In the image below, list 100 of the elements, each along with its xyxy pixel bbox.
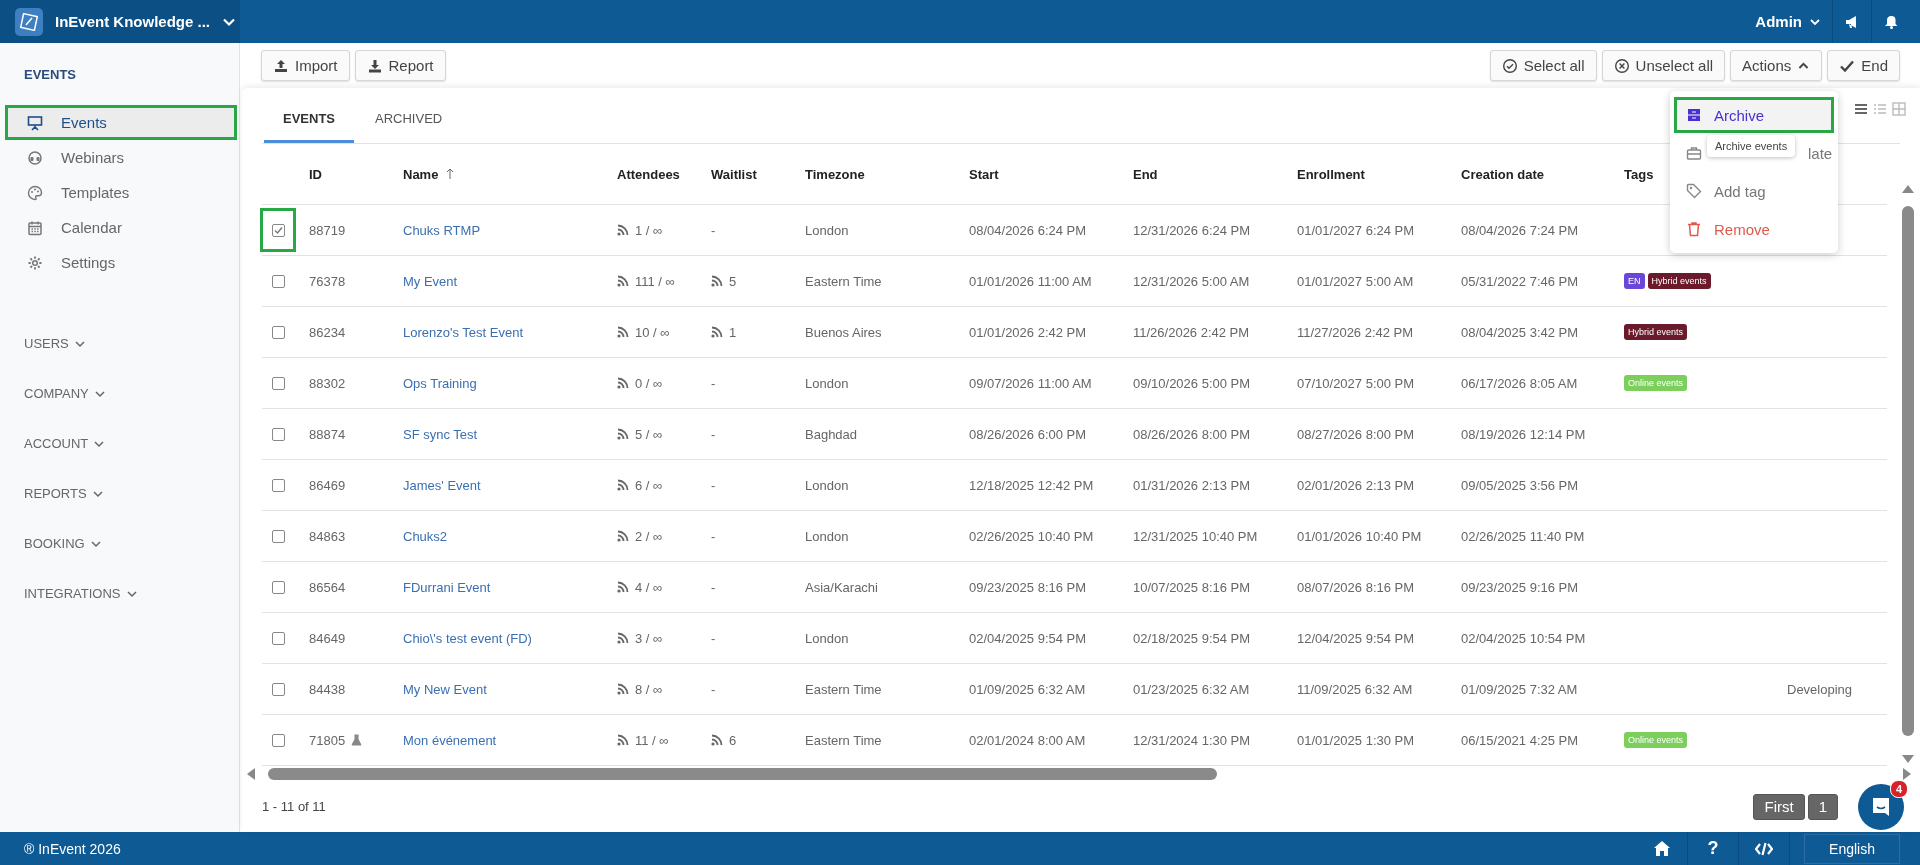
table-cell: 6 / ∞ <box>635 477 663 493</box>
page-button[interactable]: 1 <box>1807 793 1838 820</box>
toolbar-button[interactable]: Unselect all <box>1601 50 1726 81</box>
event-link[interactable]: SF sync Test <box>403 426 478 442</box>
chat-icon <box>1870 796 1892 818</box>
page-button[interactable]: First <box>1753 793 1805 820</box>
table-cell: 09/10/2026 5:00 PM <box>1133 375 1251 391</box>
column-header[interactable]: Enrollment <box>1297 166 1365 182</box>
table-cell: 01/09/2025 6:32 AM <box>969 681 1086 697</box>
column-header[interactable]: ID <box>309 166 322 182</box>
pagination-summary: 1 - 11 of 11 <box>262 799 326 814</box>
chevron-icon <box>90 538 101 549</box>
feed-icon <box>711 275 723 287</box>
toolbar-button[interactable]: Import <box>261 50 350 81</box>
sidebar-item[interactable]: Settings <box>5 245 237 280</box>
sidebar-section[interactable]: BOOKING <box>24 536 239 551</box>
app-logo[interactable] <box>15 7 43 36</box>
section-heading: EVENTS <box>23 67 77 84</box>
sidebar-section[interactable]: INTEGRATIONS <box>24 586 239 601</box>
table-cell: - <box>711 426 716 442</box>
table-cell: - <box>711 681 716 697</box>
feed-icon <box>711 326 723 338</box>
event-link[interactable]: FDurrani Event <box>403 579 491 595</box>
sidebar-item[interactable]: Templates <box>5 175 237 210</box>
table-cell: 01/01/2027 5:00 AM <box>1297 273 1414 289</box>
sidebar-section[interactable]: COMPANY <box>24 386 239 401</box>
chevron-icon <box>94 388 105 399</box>
chevron-icon <box>92 488 103 499</box>
sidebar-item[interactable]: Events <box>5 105 237 140</box>
column-header[interactable]: Start <box>969 166 999 182</box>
table-cell: 01/09/2025 7:32 AM <box>1461 681 1578 697</box>
menu-item[interactable]: Remove <box>1674 211 1834 247</box>
toolbar-button[interactable]: Actions <box>1730 50 1823 81</box>
scroll-down-icon[interactable] <box>1902 754 1914 764</box>
event-link[interactable]: Chuks2 <box>403 528 448 544</box>
event-link[interactable]: Chuks RTMP <box>403 222 481 238</box>
tag: Online events <box>1624 375 1688 391</box>
table-cell: 02/01/2026 2:13 PM <box>1297 477 1415 493</box>
column-header[interactable]: End <box>1133 166 1158 182</box>
toolbar-button[interactable]: Report <box>354 50 446 81</box>
menu-item[interactable]: Archive <box>1674 97 1834 133</box>
column-header[interactable]: Name <box>403 166 439 182</box>
event-link[interactable]: My New Event <box>403 681 487 697</box>
feed-icon <box>711 734 723 746</box>
scroll-right-icon[interactable] <box>1902 768 1912 780</box>
table-cell: 12/31/2024 1:30 PM <box>1133 732 1251 748</box>
sort-arrow-icon[interactable] <box>446 168 455 180</box>
sidebar-section[interactable]: USERS <box>24 336 239 351</box>
list-view-icon[interactable] <box>1854 102 1868 116</box>
tooltip: Archive events <box>1707 135 1796 157</box>
table-cell: 02/04/2025 10:54 PM <box>1461 630 1586 646</box>
event-link[interactable]: Ops Training <box>403 375 477 391</box>
user-menu[interactable]: Admin <box>1743 13 1832 30</box>
language-button[interactable]: English <box>1804 833 1900 864</box>
vertical-scrollbar[interactable] <box>1901 184 1915 764</box>
event-link[interactable]: Lorenzo's Test Event <box>403 324 524 340</box>
archive-icon <box>1686 107 1702 123</box>
table-cell: 1 / ∞ <box>635 222 663 238</box>
palette-icon <box>27 184 43 201</box>
event-link[interactable]: Chio\'s test event (FD) <box>403 630 532 646</box>
column-header[interactable]: Creation date <box>1461 166 1545 182</box>
sidebar-label: Calendar <box>61 219 122 236</box>
sidebar-item[interactable]: Calendar <box>5 210 237 245</box>
feed-icon <box>617 632 629 644</box>
help-link[interactable]: ? <box>1707 838 1719 859</box>
event-link[interactable]: Mon événement <box>403 732 497 748</box>
row-checkbox[interactable] <box>260 208 296 252</box>
toolbar-button[interactable]: End <box>1827 50 1900 81</box>
home-icon[interactable] <box>1654 841 1671 856</box>
scroll-up-icon[interactable] <box>1902 184 1914 194</box>
table-cell: 88874 <box>309 426 346 442</box>
feed-icon <box>617 428 629 440</box>
event-link[interactable]: James' Event <box>403 477 481 493</box>
column-header[interactable]: Tags <box>1624 166 1654 182</box>
calendar-icon <box>27 219 43 236</box>
table-cell: London <box>805 375 849 391</box>
table-cell: 12/31/2026 5:00 AM <box>1133 273 1250 289</box>
menu-item[interactable]: Add tag <box>1674 173 1834 209</box>
table-cell: 02/26/2025 11:40 PM <box>1461 528 1585 544</box>
column-header[interactable]: Timezone <box>805 166 865 182</box>
grid-view-icon[interactable] <box>1892 102 1906 116</box>
code-icon[interactable] <box>1755 841 1774 856</box>
table-cell: 02/18/2025 9:54 PM <box>1133 630 1251 646</box>
event-link[interactable]: My Event <box>403 273 458 289</box>
megaphone-icon[interactable] <box>1845 14 1859 29</box>
sidebar-item[interactable]: Webinars <box>5 140 237 175</box>
sidebar-section[interactable]: ACCOUNT <box>24 436 239 451</box>
table-cell: Eastern Time <box>805 732 882 748</box>
toolbar-button[interactable]: Select all <box>1489 50 1597 81</box>
tab[interactable]: ARCHIVED <box>356 111 462 143</box>
bell-icon[interactable] <box>1884 14 1898 29</box>
column-header[interactable]: Waitlist <box>711 166 757 182</box>
tab[interactable]: EVENTS <box>264 111 354 143</box>
table-cell: 09/07/2026 11:00 AM <box>969 375 1092 391</box>
table-cell: - <box>711 375 716 391</box>
scroll-left-icon[interactable] <box>246 768 256 780</box>
column-header[interactable]: Attendees <box>617 166 680 182</box>
table-cell: 4 / ∞ <box>635 579 663 595</box>
sidebar-section[interactable]: REPORTS <box>24 486 239 501</box>
headset-icon <box>27 149 43 166</box>
